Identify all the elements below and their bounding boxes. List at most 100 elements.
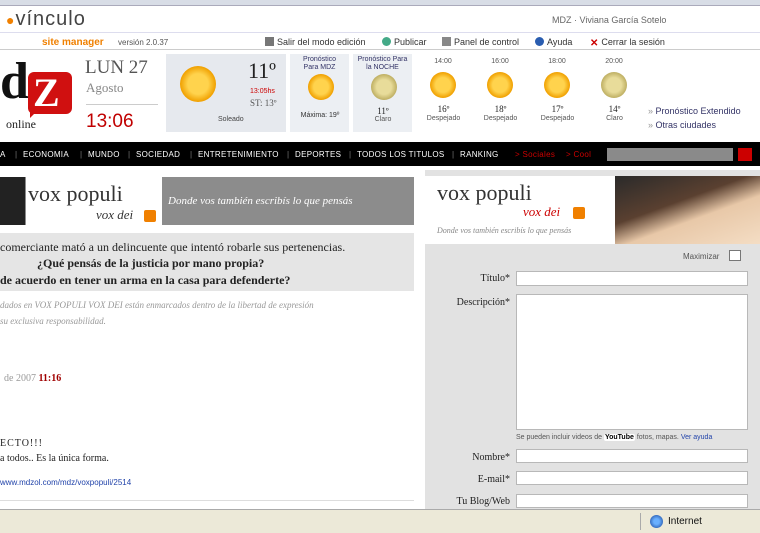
search-button[interactable] (738, 148, 752, 161)
nav-separator: | (287, 150, 290, 159)
title-input[interactable] (516, 271, 748, 286)
nav-item-entretenimiento[interactable]: ENTRETENIMIENTO (198, 150, 279, 159)
sun-icon (544, 72, 570, 98)
control-panel-link[interactable]: Panel de control (442, 37, 519, 47)
description-textarea[interactable] (516, 294, 748, 430)
hourly-forecast-1: 14:00 16º Despejado (415, 54, 470, 132)
nav-separator: | (15, 150, 18, 159)
nav-item-sociales[interactable]: > Sociales (515, 150, 555, 159)
nav-separator: | (128, 150, 131, 159)
current-weather-time: 13:05hs (250, 88, 275, 95)
current-user: MDZ · Viviana García Sotelo (552, 15, 667, 25)
nav-item-todos-los-titulos[interactable]: TODOS LOS TITULOS (357, 150, 445, 159)
vinculo-logo: ●vínculo (6, 8, 86, 31)
hour-temp: 18º (494, 104, 507, 114)
hour-time: 18:00 (548, 58, 566, 65)
exit-edit-label: Salir del modo edición (277, 37, 366, 47)
youtube-logo: YouTube (603, 434, 635, 441)
nav-item-economia[interactable]: ECONOMIA (23, 150, 69, 159)
question-line-1: comerciante mató a un delincuente que in… (0, 240, 346, 254)
control-panel-label: Panel de control (454, 37, 520, 47)
face-image (615, 176, 760, 244)
thermal-sensation: ST: 13º (250, 98, 277, 108)
vinculo-logo-text: vínculo (15, 8, 86, 30)
divider (86, 104, 158, 105)
exit-edit-mode-link[interactable]: Salir del modo edición (265, 37, 366, 47)
edit-icon (265, 37, 274, 46)
weather-links: » Pronóstico Extendido » Otras ciudades (648, 104, 741, 132)
help-text: Se pueden incluir videos de YouTube foto… (516, 434, 712, 441)
version-label: versión 2.0.37 (118, 38, 169, 47)
site-manager-label: site manager (42, 37, 104, 48)
nav-separator: | (349, 150, 352, 159)
security-zone: Internet (668, 516, 702, 527)
nav-item-sociedad[interactable]: SOCIEDAD (136, 150, 180, 159)
blog-input[interactable] (516, 494, 748, 508)
forecast-night[interactable]: Pronóstico Para la NOCHE 11º Claro (352, 54, 412, 132)
nav-separator: | (80, 150, 83, 159)
forecast-night-desc: Claro (374, 116, 392, 123)
blog-label: Tu Blog/Web (456, 496, 510, 507)
sun-icon (308, 74, 334, 100)
help-link[interactable]: Ayuda (535, 37, 572, 47)
moon-icon (371, 74, 397, 100)
forecast-mdz[interactable]: Pronóstico Para MDZ Máxima: 19º (289, 54, 349, 132)
arrow-icon: > (515, 150, 520, 159)
control-panel-icon (442, 37, 451, 46)
help-link[interactable]: Ver ayuda (681, 434, 713, 441)
description-label: Descripción* (456, 297, 510, 308)
vox-title: vox populi (437, 180, 532, 205)
title-label: Título* (480, 273, 510, 284)
vox-subtitle: vox dei (96, 207, 134, 222)
date-day: LUN 27 (85, 57, 148, 78)
moon-icon (601, 72, 627, 98)
current-weather[interactable]: 11º 13:05hs ST: 13º Soleado (166, 54, 286, 132)
hourly-forecast-2: 16:00 18º Despejado (472, 54, 527, 132)
nav-item-deportes[interactable]: DEPORTES (295, 150, 341, 159)
sun-icon (180, 66, 216, 102)
question-box: comerciante mató a un delincuente que in… (0, 233, 414, 291)
post-time: 11:16 (38, 373, 62, 384)
email-input[interactable] (516, 471, 748, 485)
post-permalink[interactable]: www.mdzol.com/mdz/voxpopuli/2514 (0, 478, 131, 487)
globe-icon (650, 515, 663, 528)
nav-item-1[interactable]: A (0, 150, 6, 159)
vox-tagline: Donde vos también escribís lo que pensás (437, 226, 572, 235)
post-date: de 2007 11:16 (4, 373, 61, 384)
forecast-night-label: Pronóstico Para la NOCHE (357, 56, 408, 71)
search-input[interactable] (607, 148, 733, 161)
help-text-end: fotos, mapas. (636, 434, 679, 441)
hourly-forecast-3: 18:00 17º Despejado (529, 54, 584, 132)
nav-item-ranking[interactable]: RANKING (460, 150, 499, 159)
rss-icon[interactable] (573, 207, 585, 219)
extended-forecast-link[interactable]: » Pronóstico Extendido (648, 104, 741, 118)
nav-item-mundo[interactable]: MUNDO (88, 150, 120, 159)
email-label: E-mail* (477, 474, 510, 485)
name-label: Nombre* (472, 452, 510, 463)
vox-tagline: Donde vos también escribís lo que pensás (168, 195, 353, 207)
sun-icon (430, 72, 456, 98)
hour-temp: 14º (608, 104, 621, 114)
other-cities-link[interactable]: » Otras ciudades (648, 118, 741, 132)
nav-item-cool[interactable]: > Cool (566, 150, 591, 159)
mdz-logo[interactable]: d Z online (0, 54, 80, 132)
publish-link[interactable]: Publicar (382, 37, 427, 47)
rss-icon[interactable] (144, 210, 156, 222)
maximize-label: Maximizar (683, 252, 720, 261)
question-line-3: de acuerdo en tener un arma en la casa p… (0, 273, 291, 287)
name-input[interactable] (516, 449, 748, 463)
hour-temp: 17º (551, 104, 564, 114)
brand-online: online (6, 117, 36, 131)
forecast-mdz-label: Pronóstico Para MDZ (302, 56, 337, 71)
divider (640, 513, 641, 530)
current-temp: 11º (248, 58, 277, 83)
hour-time: 16:00 (491, 58, 509, 65)
logout-link[interactable]: ✕ Cerrar la sesión (590, 37, 665, 49)
hour-time: 20:00 (605, 58, 623, 65)
browser-status-bar: Internet (0, 509, 760, 533)
sociales-label: Sociales (522, 150, 556, 159)
hour-desc: Despejado (483, 115, 518, 122)
maximize-button[interactable] (729, 250, 741, 261)
nav-separator: | (452, 150, 455, 159)
date-month: Agosto (86, 80, 124, 95)
